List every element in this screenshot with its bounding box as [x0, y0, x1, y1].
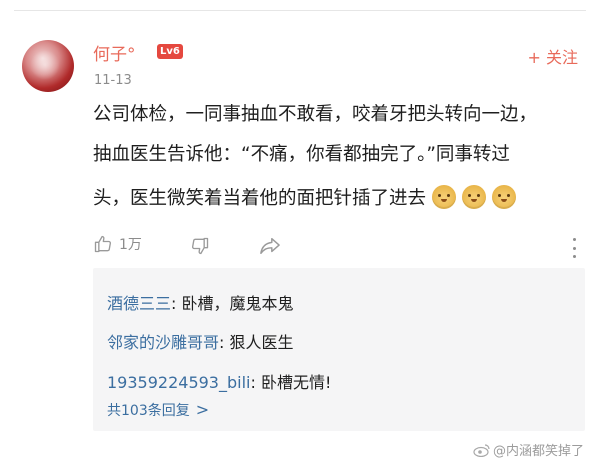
view-all-replies-link[interactable]: 共103条回复 >	[107, 400, 209, 420]
more-dot	[572, 246, 576, 250]
reply-item: 酒德三三: 卧槽，魔鬼本鬼	[107, 290, 294, 314]
follow-button[interactable]: + 关注	[528, 44, 579, 68]
watermark-text: @内涵都笑掉了	[492, 444, 584, 459]
doge-emoji-icon	[492, 185, 517, 209]
reply-item: 19359224593_bili: 卧槽无情!	[107, 369, 331, 393]
comment-line-3-text: 头，医生微笑着当着他的面把针插了进去	[93, 188, 427, 209]
watermark: @内涵都笑掉了	[473, 440, 584, 459]
like-button[interactable]: 1万	[93, 234, 142, 254]
doge-emoji-icon	[432, 185, 457, 209]
share-icon[interactable]	[259, 236, 281, 256]
top-divider	[14, 10, 586, 11]
view-all-replies-label: 共103条回复	[107, 403, 190, 419]
avatar[interactable]	[22, 40, 74, 92]
comment-line-3: 头，医生微笑着当着他的面把针插了进去	[93, 184, 517, 210]
weibo-logo-icon	[473, 443, 490, 457]
chevron-right-icon: >	[195, 400, 210, 419]
reply-author[interactable]: 19359224593_bili	[107, 373, 250, 392]
comment-date: 11-13	[94, 73, 132, 88]
reply-text: : 狠人医生	[219, 333, 294, 352]
comment-actions: 1万	[93, 234, 578, 258]
comment-line-2: 抽血医生告诉他：“不痛，你看都抽完了。”同事转过	[93, 144, 510, 165]
follow-label: + 关注	[527, 48, 579, 67]
reply-author[interactable]: 酒德三三	[107, 294, 171, 313]
reply-author[interactable]: 邻家的沙雕哥哥	[107, 333, 219, 352]
reply-text: : 卧槽，魔鬼本鬼	[171, 294, 294, 313]
more-options-icon[interactable]	[570, 236, 578, 260]
level-badge: Lv6	[157, 44, 183, 59]
more-dot	[572, 255, 576, 258]
username[interactable]: 何子°	[93, 40, 136, 65]
comment-line-1: 公司体检，一同事抽血不敢看，咬着牙把头转向一边，	[93, 104, 538, 125]
like-count: 1万	[119, 237, 142, 253]
reply-item: 邻家的沙雕哥哥: 狠人医生	[107, 329, 294, 353]
thumbs-down-icon[interactable]	[190, 236, 210, 256]
reply-text: : 卧槽无情!	[250, 373, 332, 392]
doge-emoji-icon	[462, 185, 487, 209]
thumbs-up-icon	[94, 235, 112, 253]
more-dot	[572, 238, 576, 241]
reply-panel: 酒德三三: 卧槽，魔鬼本鬼 邻家的沙雕哥哥: 狠人医生 19359224593_…	[93, 268, 585, 431]
